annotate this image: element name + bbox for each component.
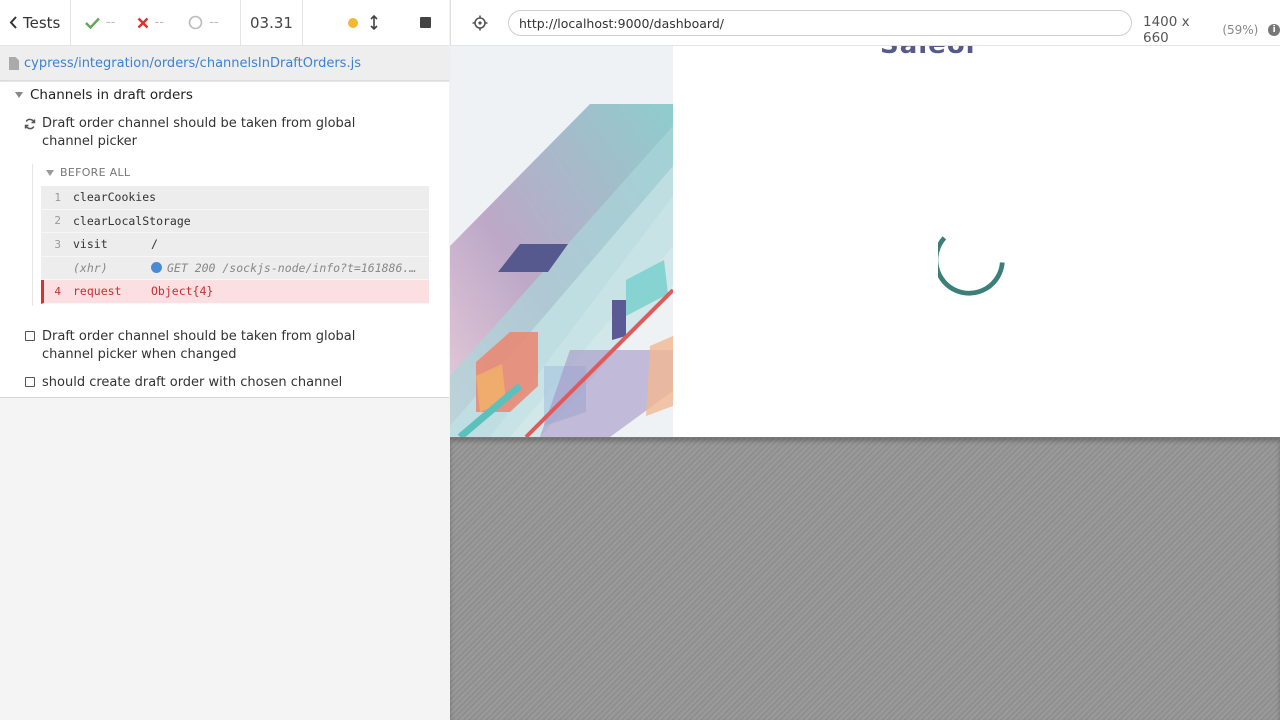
test-item-pending[interactable]: should create draft order with chosen ch… (24, 374, 394, 392)
aut-background (450, 437, 1280, 720)
viewport-scale: (59%) (1222, 23, 1259, 37)
refresh-icon (24, 115, 36, 151)
viewport-info: 1400 x 660 (59%) i (1143, 14, 1280, 46)
aut-panel: http://localhost:9000/dashboard/ 1400 x … (450, 0, 1280, 720)
command-message: / (151, 237, 158, 252)
pending-checkbox-icon (25, 331, 35, 341)
caret-down-icon (46, 169, 54, 176)
tests-back-button[interactable]: Tests (0, 0, 71, 45)
command-number: 2 (54, 214, 61, 228)
command-name: (xhr) (73, 260, 108, 275)
reporter-header: Tests -- -- -- 03.31 (0, 0, 449, 46)
x-icon (137, 17, 149, 28)
command-message-wrap: GET 200 /sockjs-node/info?t=161886... (151, 261, 429, 275)
pending-stat: -- (188, 15, 240, 30)
hook-label-text: BEFORE ALL (60, 166, 131, 179)
command-number: 1 (54, 190, 61, 204)
test-item-pending[interactable]: Draft order channel should be taken from… (24, 328, 394, 364)
suite-title-text: Channels in draft orders (30, 87, 193, 103)
command-row[interactable]: 1 clearCookies (41, 186, 429, 210)
pending-count: -- (209, 15, 219, 30)
pending-circle-icon (189, 15, 203, 30)
aut-header: http://localhost:9000/dashboard/ 1400 x … (450, 0, 1280, 46)
runnables-list: Channels in draft orders Draft order cha… (0, 82, 449, 398)
command-number: 3 (54, 237, 61, 251)
command-name: clearCookies (73, 190, 157, 205)
failed-count: -- (154, 15, 165, 30)
test-title-text: should create draft order with chosen ch… (42, 375, 343, 390)
spec-file-link[interactable]: cypress/integration/orders/channelsInDra… (24, 56, 361, 71)
suite-title[interactable]: Channels in draft orders (15, 87, 193, 103)
command-row[interactable]: 3 visit / (41, 233, 429, 257)
info-icon[interactable]: i (1268, 24, 1280, 36)
command-row[interactable]: 2 clearLocalStorage (41, 209, 429, 233)
passed-count: -- (106, 15, 116, 30)
command-log: 1 clearCookies 2 clearLocalStorage 3 vis… (41, 186, 429, 304)
reporter-panel: Tests -- -- -- 03.31 cypress/integration… (0, 0, 449, 720)
hook-divider (32, 164, 33, 306)
crosshair-icon (472, 15, 487, 30)
aut-iframe: Saleor (450, 46, 1280, 437)
failed-command-row[interactable]: 4 request Object{4} (41, 280, 429, 304)
file-icon (9, 56, 19, 70)
test-title-text: Draft order channel should be taken from… (42, 329, 356, 362)
test-title-text: Draft order channel should be taken from… (42, 116, 356, 149)
command-name: visit (73, 237, 108, 252)
failed-stat: -- (137, 15, 189, 30)
running-indicator-icon (348, 17, 358, 28)
url-bar[interactable]: http://localhost:9000/dashboard/ (508, 10, 1132, 36)
xhr-status-icon (151, 262, 162, 274)
command-name: request (73, 284, 122, 299)
duration: 03.31 (241, 0, 303, 45)
saleor-logo: Saleor (880, 46, 980, 60)
command-message: GET 200 /sockjs-node/info?t=161886... (167, 260, 421, 275)
stop-icon[interactable] (420, 17, 431, 28)
auto-scroll-icon[interactable] (370, 15, 378, 30)
chevron-left-icon (9, 16, 17, 29)
hook-before-all[interactable]: BEFORE ALL (46, 166, 130, 179)
pending-checkbox-icon (25, 377, 35, 387)
test-stats: -- -- -- (71, 0, 241, 45)
caret-down-icon (15, 92, 23, 98)
run-controls (303, 0, 449, 45)
url-text: http://localhost:9000/dashboard/ (519, 15, 724, 31)
selector-playground-button[interactable] (451, 0, 508, 46)
login-illustration (450, 46, 673, 437)
spec-file-bar: cypress/integration/orders/channelsInDra… (0, 46, 449, 81)
command-message: Object{4} (151, 284, 214, 299)
passed-stat: -- (85, 15, 137, 30)
check-icon (85, 17, 100, 29)
viewport-size: 1400 x 660 (1143, 14, 1190, 46)
loading-spinner-icon (938, 236, 1005, 296)
xhr-command-row[interactable]: (xhr) GET 200 /sockjs-node/info?t=161886… (41, 256, 429, 280)
command-name: clearLocalStorage (73, 213, 191, 228)
test-item-running[interactable]: Draft order channel should be taken from… (24, 115, 394, 151)
tests-label: Tests (23, 13, 61, 32)
command-number: 4 (54, 284, 61, 298)
